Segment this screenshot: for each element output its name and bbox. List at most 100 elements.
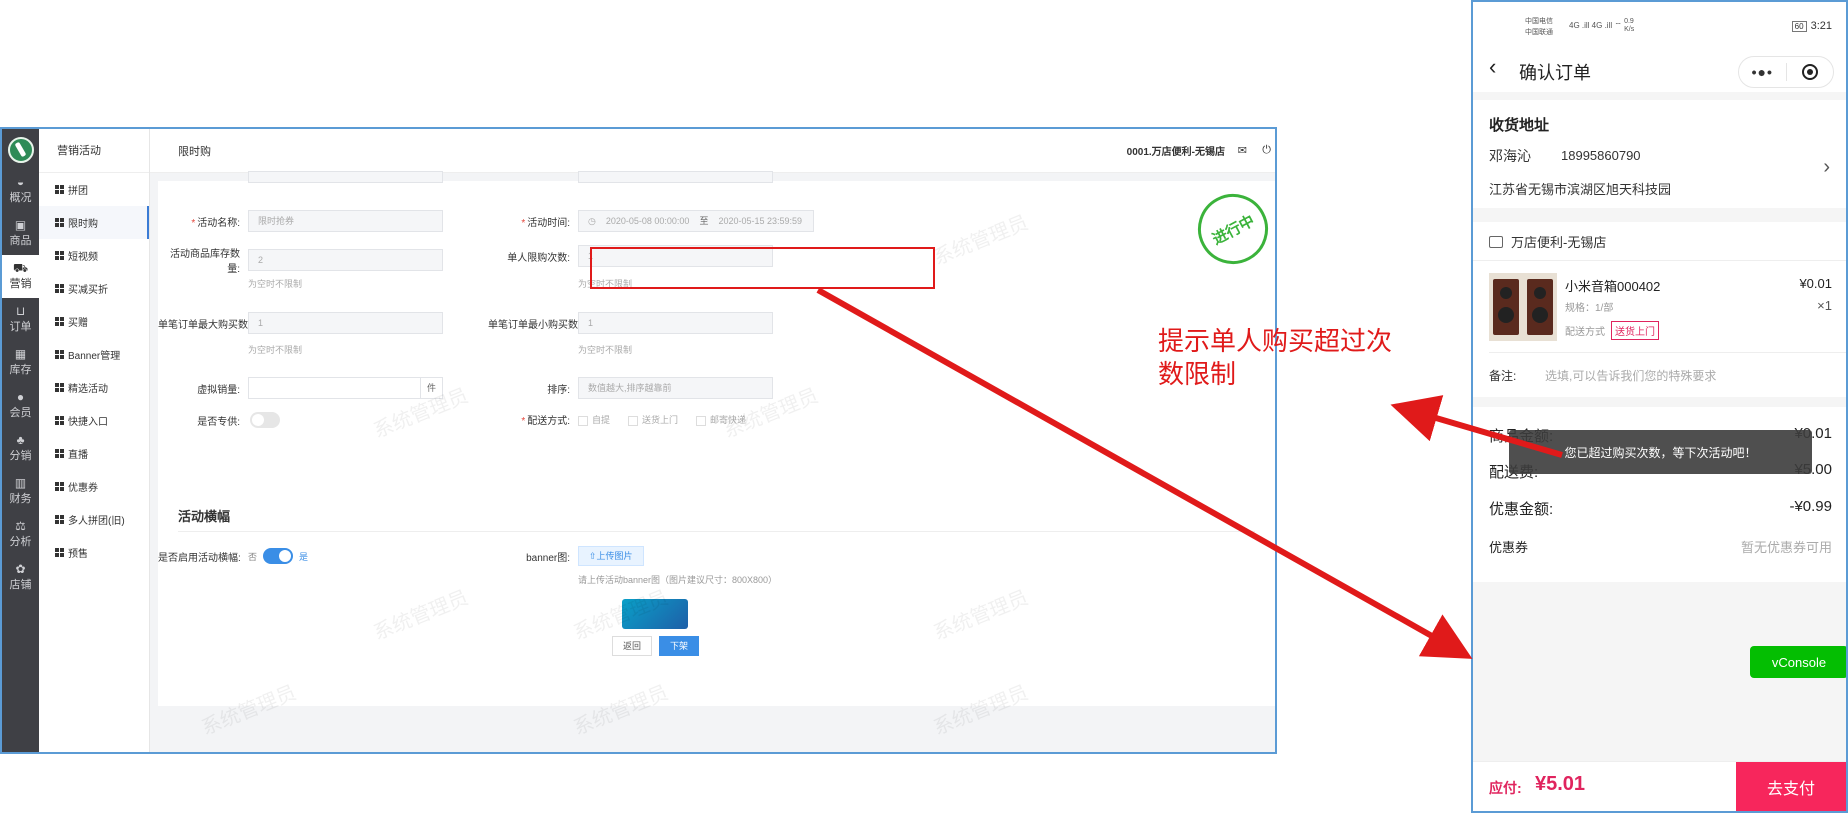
- submenu-item-live[interactable]: 直播: [39, 437, 149, 470]
- grid-icon: [55, 482, 64, 491]
- banner-enable-row: 是否启用活动横幅: 否 是: [158, 548, 308, 564]
- mail-icon[interactable]: ✉: [1238, 144, 1247, 157]
- product-price: ¥0.01: [1799, 276, 1832, 291]
- mini-program-capsule: •●•: [1738, 56, 1834, 88]
- close-target-icon[interactable]: [1786, 64, 1833, 80]
- coupon-row[interactable]: 优惠券 暂无优惠券可用: [1489, 537, 1832, 556]
- stock-input[interactable]: 2: [248, 249, 443, 271]
- stock-hint: 为空时不限制: [248, 279, 303, 289]
- submenu-item-gift[interactable]: 买赠: [39, 305, 149, 338]
- scrolled-input: [248, 171, 443, 183]
- activity-time-row: * 活动时间: ◷ 2020-05-08 00:00:00 至 2020-05-1…: [488, 210, 814, 232]
- toast-message: 您已超过购买次数，等下次活动吧！: [1509, 430, 1812, 474]
- signal-icon: 4G .ill 4G .ill ⌔ 0.9 K/s: [1569, 18, 1635, 33]
- main-nav-rail: ◒ 概况 ▣ 商品 ⛟ 营销 ⊔ 订单 ▦ 库存 ● 会员 ♣ 分销 ▥ 财务 ⚖ 分析 ✿ 店铺: [2, 129, 39, 752]
- grid-icon: [55, 515, 64, 524]
- gear-icon: ✿: [15, 562, 26, 576]
- group-icon: ♣: [16, 433, 25, 447]
- sort-row: 排序: 数值越大,排序越靠前: [488, 377, 773, 399]
- product-qty: ×1: [1817, 298, 1832, 313]
- breadcrumb: 限时购: [178, 145, 211, 158]
- max-per-order-input[interactable]: 1: [248, 312, 443, 334]
- delivery-option-express[interactable]: 邮寄快递: [696, 413, 746, 426]
- nav-inventory[interactable]: ▦ 库存: [2, 341, 39, 384]
- remark-input[interactable]: 选填,可以告诉我们您的特殊要求: [1545, 367, 1716, 384]
- annotation-text: 提示单人购买超过次 数限制: [1158, 326, 1393, 389]
- exclusive-row: 是否专供:: [158, 412, 280, 428]
- min-per-order-input[interactable]: 1: [578, 312, 773, 334]
- delivery-option-door[interactable]: 送货上门: [628, 413, 678, 426]
- store-name[interactable]: 0001.万店便利-无锡店: [1127, 143, 1225, 158]
- max-hint: 为空时不限制: [248, 345, 303, 355]
- virtual-sales-input[interactable]: 件: [248, 377, 443, 399]
- grid-icon: [55, 284, 64, 293]
- submenu-item-banner[interactable]: Banner管理: [39, 338, 149, 371]
- submenu-item-group-buy[interactable]: 拼团: [39, 173, 149, 206]
- divider: [178, 531, 1255, 532]
- more-icon[interactable]: •●•: [1739, 64, 1786, 80]
- offshelf-button[interactable]: 下架: [659, 636, 700, 656]
- banner-toggle[interactable]: [263, 548, 294, 564]
- max-per-order-row: 单笔订单最大购买数量: 1: [158, 312, 443, 334]
- chevron-right-icon: ›: [1823, 156, 1830, 178]
- activity-name-input[interactable]: 限时抢券: [248, 210, 443, 232]
- submenu-item-multi-group[interactable]: 多人拼团(旧): [39, 503, 149, 536]
- submenu-title: 营销活动: [39, 129, 149, 173]
- nav-analysis[interactable]: ⚖ 分析: [2, 513, 39, 556]
- submenu-item-quick-entry[interactable]: 快捷入口: [39, 404, 149, 437]
- activity-time-range[interactable]: ◷ 2020-05-08 00:00:00 至 2020-05-15 23:59…: [578, 210, 814, 232]
- nav-goods[interactable]: ▣ 商品: [2, 212, 39, 255]
- back-button[interactable]: 返回: [612, 636, 653, 656]
- admin-window: ◒ 概况 ▣ 商品 ⛟ 营销 ⊔ 订单 ▦ 库存 ● 会员 ♣ 分销 ▥ 财务 ⚖ 分析 ✿ 店铺 …: [0, 127, 1277, 754]
- nav-shop[interactable]: ✿ 店铺: [2, 556, 39, 599]
- due-amount: ¥5.01: [1535, 773, 1586, 795]
- chart-icon: ⚖: [15, 519, 26, 533]
- address-card[interactable]: 收货地址 邓海沁 18995860790 江苏省无锡市滨湖区旭天科技园 ›: [1473, 100, 1846, 208]
- upload-hint: 请上传活动banner图（图片建议尺寸：800X800）: [578, 575, 778, 585]
- submenu-item-featured[interactable]: 精选活动: [39, 371, 149, 404]
- power-icon[interactable]: ⏻: [1262, 144, 1271, 157]
- submenu-item-flash-sale[interactable]: 限时购: [39, 206, 149, 239]
- virtual-sales-row: 虚拟销量: 件: [158, 377, 443, 399]
- clock-icon: ◷: [588, 216, 596, 226]
- receiver-phone: 18995860790: [1561, 148, 1641, 163]
- shop-icon: [1489, 235, 1503, 248]
- pay-button[interactable]: 去支付: [1736, 762, 1846, 811]
- main-panel: 限时购 0001.万店便利-无锡店 ✉ ⏻ * 活动名称: 限时抢券 * 活动时间:…: [150, 129, 1275, 752]
- checkbox: [578, 415, 588, 426]
- address-line: 江苏省无锡市滨湖区旭天科技园: [1489, 182, 1672, 197]
- grid-icon: [55, 251, 64, 260]
- nav-distribution[interactable]: ♣ 分销: [2, 427, 39, 470]
- back-icon[interactable]: ‹: [1489, 54, 1496, 80]
- grid-icon: [55, 416, 64, 425]
- cart-icon: ⛟: [12, 261, 29, 275]
- delivery-option-pickup[interactable]: 自提: [578, 413, 610, 426]
- min-per-order-row: 单笔订单最小购买数量: 1: [488, 312, 773, 334]
- order-icon: ⊔: [15, 304, 26, 318]
- submenu-item-coupon[interactable]: 优惠券: [39, 470, 149, 503]
- nav-members[interactable]: ● 会员: [2, 384, 39, 427]
- scrolled-input: [578, 171, 773, 183]
- dashboard-icon: ◒: [16, 175, 25, 189]
- grid-icon: ▦: [14, 347, 27, 361]
- section-title: 活动横幅: [178, 509, 231, 524]
- battery-icon: 60: [1791, 21, 1807, 32]
- submenu-item-discount[interactable]: 买减买折: [39, 272, 149, 305]
- sort-input[interactable]: 数值越大,排序越靠前: [578, 377, 773, 399]
- submenu-item-presale[interactable]: 预售: [39, 536, 149, 569]
- nav-bar: ‹ 确认订单 •●•: [1473, 52, 1846, 92]
- grid-icon: [55, 449, 64, 458]
- nav-finance[interactable]: ▥ 财务: [2, 470, 39, 513]
- banner-image-row: banner图: ⇧上传图片: [488, 546, 644, 566]
- upload-image-button[interactable]: ⇧上传图片: [578, 546, 644, 566]
- vconsole-button[interactable]: vConsole: [1750, 646, 1846, 678]
- checkbox: [628, 415, 639, 426]
- exclusive-toggle[interactable]: [250, 412, 280, 428]
- nav-marketing[interactable]: ⛟ 营销: [2, 255, 39, 298]
- nav-orders[interactable]: ⊔ 订单: [2, 298, 39, 341]
- stock-row: 活动商品库存数量: 2: [158, 245, 443, 275]
- nav-overview[interactable]: ◒ 概况: [2, 169, 39, 212]
- grid-icon: [55, 548, 64, 557]
- banner-thumbnail[interactable]: [622, 599, 688, 629]
- submenu-item-short-video[interactable]: 短视频: [39, 239, 149, 272]
